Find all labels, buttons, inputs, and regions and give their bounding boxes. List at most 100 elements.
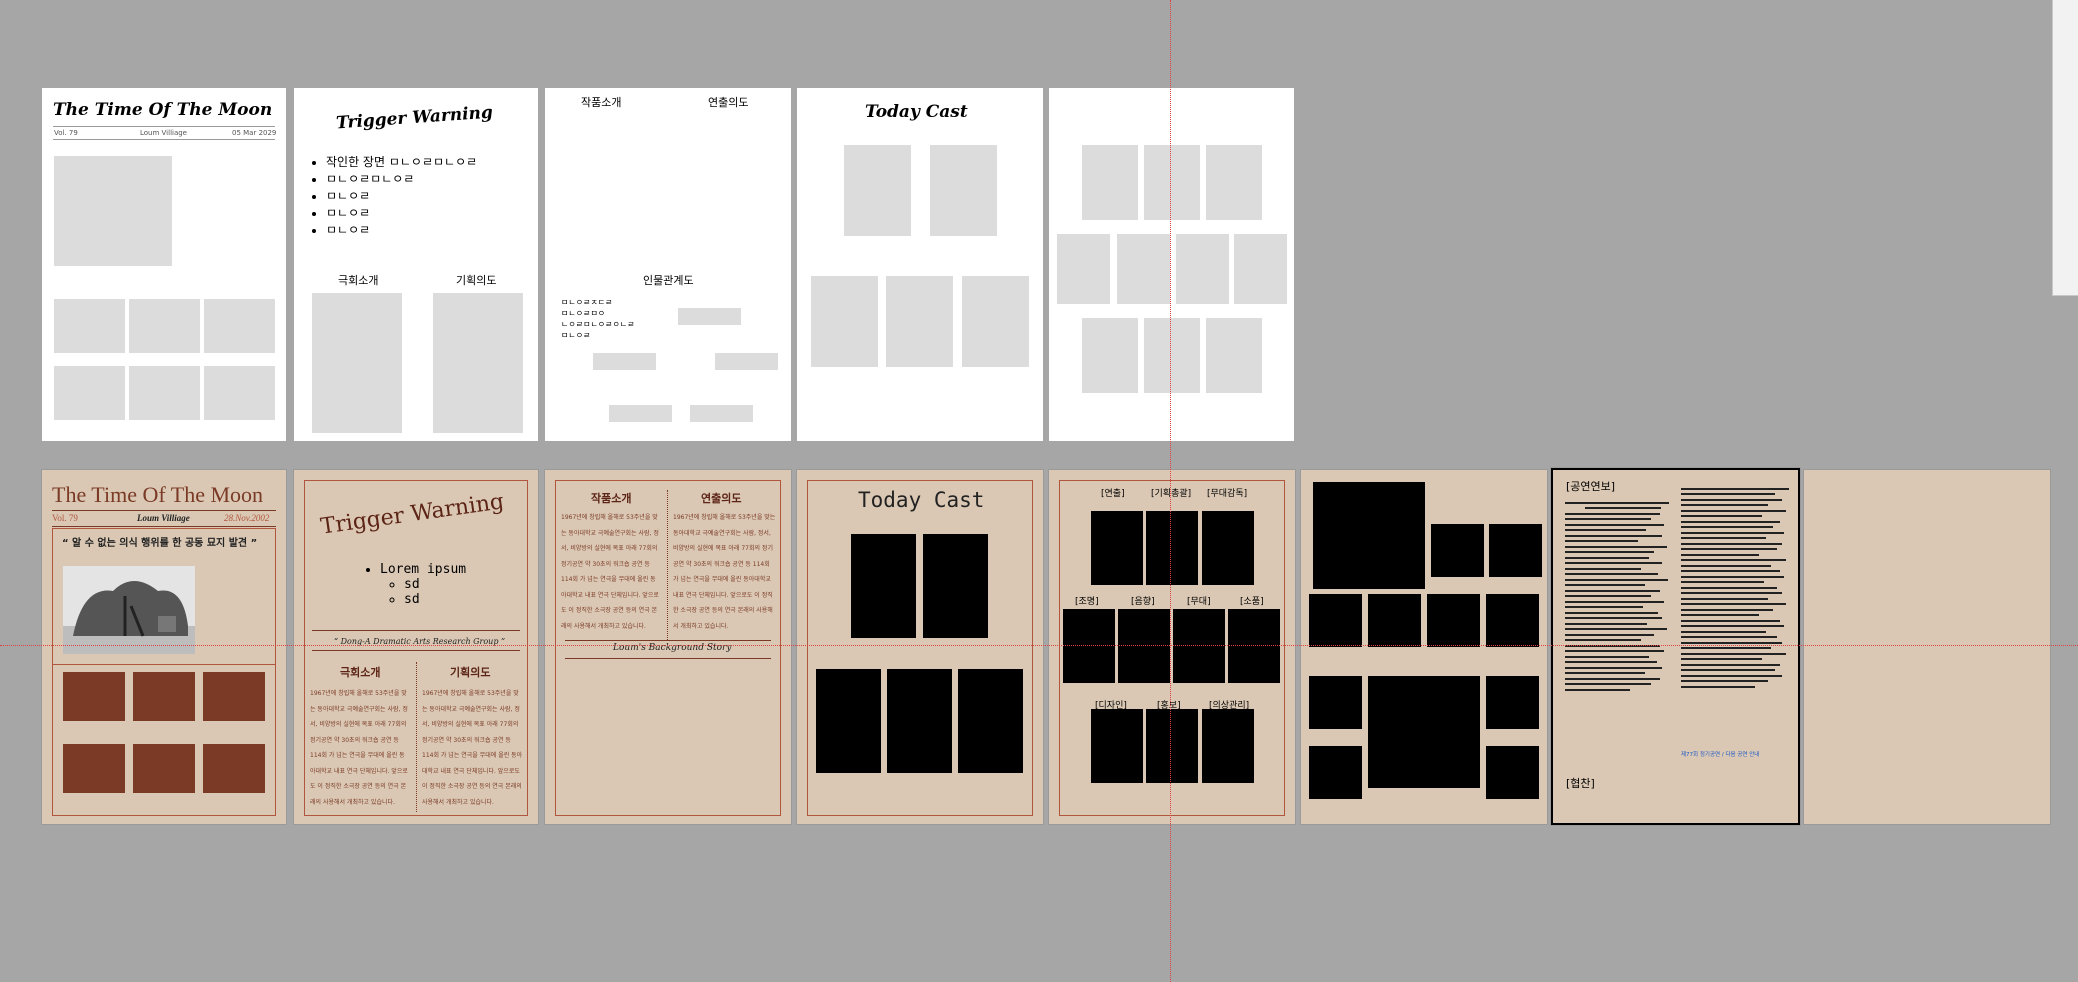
divider [53, 126, 275, 127]
section-heading: 인물관계도 [643, 274, 694, 287]
text-placeholder [312, 293, 402, 433]
bullet-item: ㅁㄴㅇㄹ [326, 188, 477, 205]
bullet-item: ㅁㄴㅇㄹ [326, 205, 477, 222]
image-placeholder [1234, 234, 1287, 304]
image-placeholder [851, 534, 916, 638]
image-placeholder [1176, 234, 1229, 304]
divider [52, 526, 276, 527]
volume-label: Vol. 79 [54, 129, 78, 137]
image-placeholder [1117, 234, 1170, 304]
divider [52, 664, 276, 665]
page-thumb-13[interactable] [1804, 470, 2050, 824]
image-placeholder [1427, 594, 1480, 647]
page-thumb-4[interactable]: Today Cast [797, 88, 1043, 441]
image-placeholder [1146, 511, 1198, 585]
image-placeholder [1486, 676, 1539, 729]
image-placeholder [1091, 511, 1143, 585]
role-label: [소품] [1240, 597, 1264, 607]
section-heading: [공연연보] [1566, 480, 1616, 493]
image-placeholder [204, 366, 275, 420]
image-placeholder [962, 276, 1029, 367]
image-placeholder [1173, 609, 1225, 683]
divider [53, 139, 275, 140]
box-placeholder [715, 353, 778, 370]
image-placeholder [1206, 318, 1262, 393]
image-placeholder [1489, 524, 1542, 577]
page-thumb-10[interactable]: [연출] [기획총괄] [무대감독] [조명] [음향] [무대] [소품] [… [1049, 470, 1295, 824]
role-label: [연출] [1101, 489, 1125, 499]
page-thumb-12-selected[interactable]: [공연연보] 제77회 정기공연 / 다음 공연 안내 [협찬] [1551, 468, 1800, 825]
page-title: Trigger Warning [335, 102, 494, 134]
horizontal-guide[interactable] [0, 645, 2078, 646]
image-placeholder [1486, 746, 1539, 799]
box-placeholder [609, 405, 672, 422]
text-placeholder [433, 293, 523, 433]
divider [52, 510, 276, 511]
date-label: 05 Mar 2029 [232, 129, 277, 137]
volume-label: Vol. 79 [52, 513, 78, 523]
highlight-note: 제77회 정기공연 / 다음 공연 안내 [1681, 752, 1760, 758]
divider [565, 640, 771, 641]
page-thumb-3[interactable]: 작품소개 연출의도 인물관계도 ㅁㄴㅇㄹㅈㄷㄹ ㅁㄴㅇㄹㅁㅇ ㄴㅇㄹㅁㄴㅇㄹㅇㄴ… [545, 88, 791, 441]
page-thumb-9[interactable]: Today Cast [797, 470, 1043, 824]
image-placeholder [1309, 676, 1362, 729]
column-heading: 극회소개 [340, 666, 381, 679]
page-thumb-8[interactable]: 작품소개 연출의도 1967년에 창립해 올해로 53주년을 맞는 동아대학교 … [545, 470, 791, 824]
divider [565, 658, 771, 659]
role-label: [무대] [1187, 597, 1211, 607]
bullet-item: sd [404, 592, 466, 607]
column-heading: 기획의도 [456, 274, 497, 287]
page-thumb-1[interactable]: The Time Of The Moon Vol. 79 Loum Villia… [42, 88, 286, 441]
image-placeholder [54, 299, 125, 353]
village-label: Loum Villiage [140, 129, 187, 137]
body-text: 1967년에 창립해 올해로 53주년을 맞는 동아대학교 극예술연구회는 사람… [673, 514, 776, 630]
image-placeholder [1082, 318, 1138, 393]
image-placeholder [129, 299, 200, 353]
box-placeholder [690, 405, 753, 422]
note-line: ㅁㄴㅇㄹㅁㅇ [561, 309, 606, 318]
note-line: ㅁㄴㅇㄹㅈㄷㄹ [561, 298, 613, 307]
image-placeholder [811, 276, 878, 367]
image-placeholder [886, 276, 953, 367]
role-label: [무대감독] [1207, 489, 1248, 499]
headline: “ 알 수 없는 의식 행위를 한 공동 묘지 발견 ” [62, 538, 258, 549]
image-placeholder [1082, 145, 1138, 220]
box-placeholder [678, 308, 741, 325]
image-placeholder [203, 672, 265, 721]
column-heading: 극회소개 [338, 274, 379, 287]
page-thumb-6[interactable]: The Time Of The Moon Vol. 79 Loum Villia… [42, 470, 286, 824]
cover-photo [63, 566, 195, 654]
bullet-list: Lorem ipsum sd sd [364, 562, 466, 607]
image-placeholder [958, 669, 1023, 773]
image-placeholder [204, 299, 275, 353]
vertical-guide[interactable] [1170, 0, 1171, 982]
image-placeholder [1486, 594, 1539, 647]
schedule-column [1565, 498, 1673, 694]
image-placeholder [133, 744, 195, 793]
bullet-item: Lorem ipsum [380, 562, 466, 577]
page-thumb-11[interactable] [1301, 470, 1547, 824]
image-placeholder [129, 366, 200, 420]
page-title: Today Cast [858, 488, 985, 512]
column-heading: 작품소개 [591, 492, 632, 505]
bullet-item: ㅁㄴㅇㄹㅁㄴㅇㄹ [326, 171, 477, 188]
divider [312, 650, 520, 651]
image-placeholder [1431, 524, 1484, 577]
page-thumb-5[interactable] [1049, 88, 1294, 441]
image-placeholder [1118, 609, 1170, 683]
page-thumb-7[interactable]: Trigger Warning Lorem ipsum sd sd “ Dong… [294, 470, 538, 824]
image-placeholder [1146, 709, 1198, 783]
role-label: [음향] [1131, 597, 1155, 607]
image-placeholder [1228, 609, 1280, 683]
village-label: Loum Villiage [137, 513, 190, 523]
role-label: [기획총괄] [1151, 489, 1192, 499]
bullet-item: 작인한 장면 ㅁㄴㅇㄹㅁㄴㅇㄹ [326, 154, 477, 171]
column-heading: 작품소개 [581, 96, 622, 109]
image-placeholder [1057, 234, 1110, 304]
image-placeholder [1309, 746, 1362, 799]
sponsor-heading: [협찬] [1566, 777, 1595, 790]
page-thumb-2[interactable]: Trigger Warning 작인한 장면 ㅁㄴㅇㄹㅁㄴㅇㄹ ㅁㄴㅇㄹㅁㄴㅇㄹ… [294, 88, 538, 441]
image-placeholder [1309, 594, 1362, 647]
body-text: 1967년에 창립해 올해로 53주년을 맞는 동아대학교 극예술연구회는 사람… [310, 690, 408, 806]
bullet-list: 작인한 장면 ㅁㄴㅇㄹㅁㄴㅇㄹ ㅁㄴㅇㄹㅁㄴㅇㄹ ㅁㄴㅇㄹ ㅁㄴㅇㄹ ㅁㄴㅇㄹ [310, 154, 477, 239]
